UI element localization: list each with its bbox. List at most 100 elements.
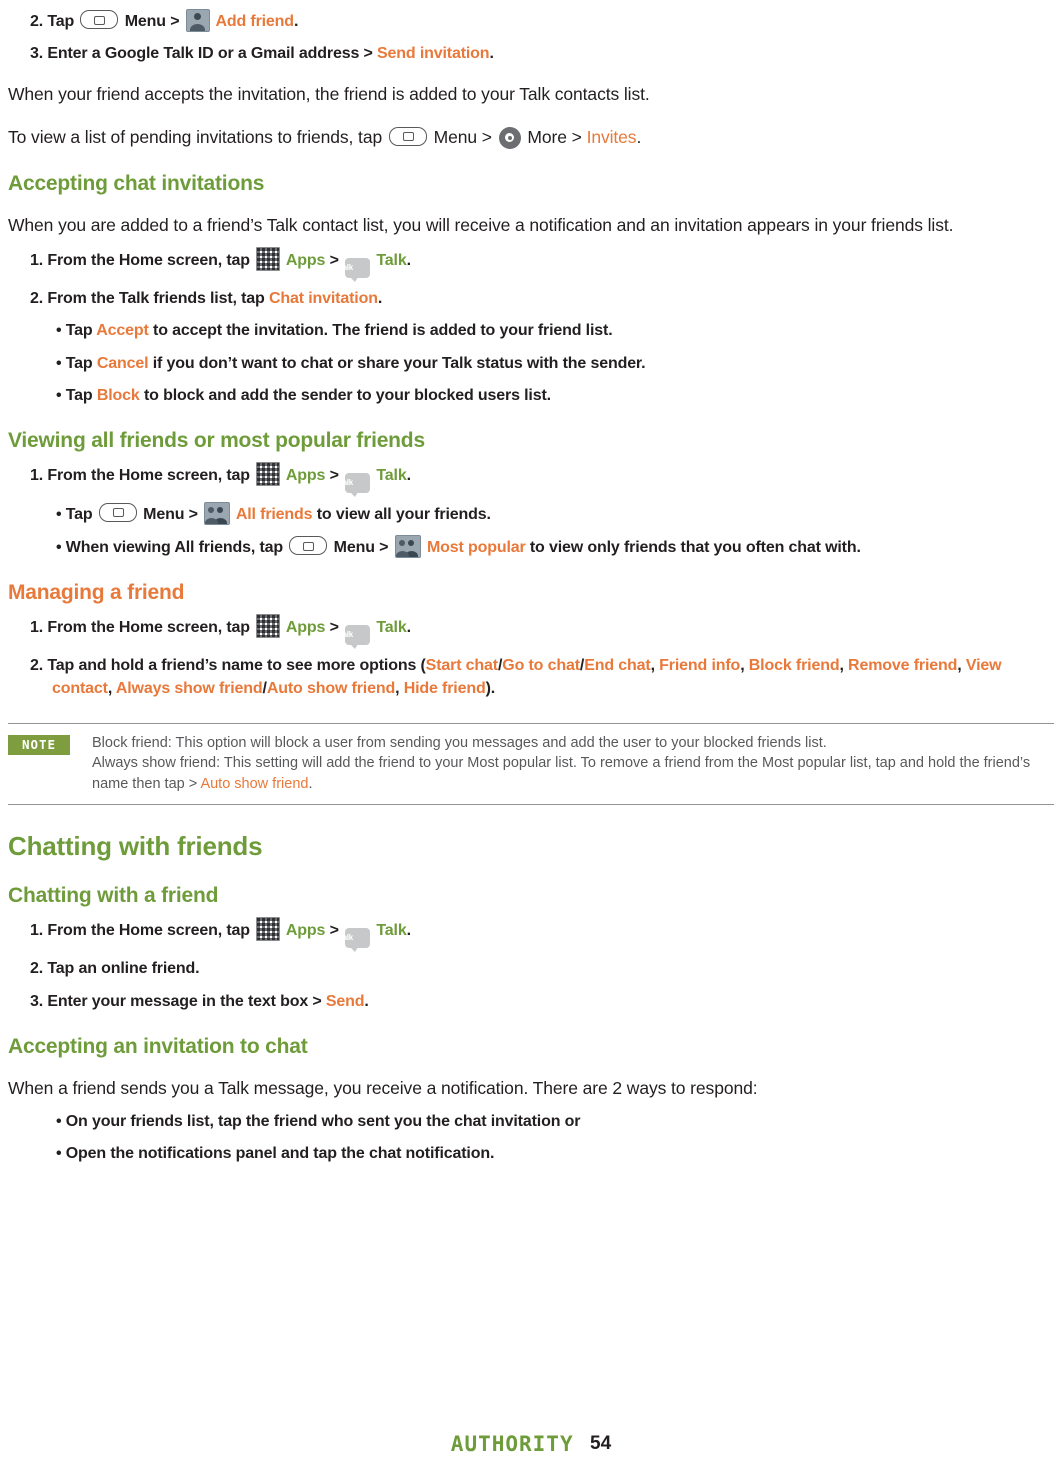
step-text: 2. Tap and hold a friend’s name to see m… [30, 657, 426, 675]
step-send-invitation: 3. Enter a Google Talk ID or a Gmail add… [8, 42, 1054, 65]
note-body: Block friend: This option will block a u… [70, 733, 1054, 795]
step-text: 2. From the Talk friends list, tap [30, 290, 265, 308]
talk-app-icon: talk [340, 928, 371, 953]
step-text: 1. From the Home screen, tap [30, 466, 250, 484]
heading-chatting-with-friends: Chatting with friends [8, 831, 263, 862]
block-label: Block [96, 386, 140, 404]
most-popular-label: Most popular [426, 539, 526, 557]
bullet-glyph: • [56, 1112, 62, 1130]
more-options-icon [498, 126, 521, 149]
step-tap-online-friend: 2. Tap an online friend. [8, 957, 1054, 980]
heading-accepting-invitation-to-chat: Accepting an invitation to chat [8, 1034, 308, 1058]
bullet-post: to view all your friends. [316, 505, 491, 523]
apps-grid-icon [256, 917, 281, 942]
add-friend-icon [185, 9, 210, 32]
chevron-separator: > [188, 505, 198, 523]
start-chat-label: Start chat [425, 657, 498, 675]
bullet-open-notifications: • Open the notifications panel and tap t… [8, 1142, 1054, 1165]
separator: , [740, 657, 745, 675]
heading-accepting-chat-invitations: Accepting chat invitations [8, 171, 265, 195]
period: . [406, 466, 411, 484]
talk-label: Talk [376, 466, 407, 484]
cancel-label: Cancel [96, 354, 149, 372]
bullet-pre: Tap [65, 354, 93, 372]
chat-invitation-label: Chat invitation [268, 290, 378, 308]
bullet-glyph: • [56, 505, 62, 523]
apps-grid-icon [256, 461, 281, 486]
paragraph-invitation-intro: When a friend sends you a Talk message, … [8, 1077, 758, 1098]
page-number: 54 [590, 1433, 612, 1454]
hide-friend-label: Hide friend [403, 680, 486, 698]
step-add-friend: 2. Tap Menu > Add friend. [8, 9, 1054, 33]
paragraph-accept-invite: When your friend accepts the invitation,… [8, 84, 650, 105]
bullet-glyph: • [56, 386, 62, 404]
separator: , [957, 657, 962, 675]
auto-show-friend-label: Auto show friend [266, 680, 396, 698]
bullet-all-friends: • Tap Menu > All friends to view all you… [8, 501, 1054, 526]
bullet-block: • Tap Block to block and add the sender … [8, 384, 1054, 407]
bullet-most-popular: • When viewing All friends, tap Menu > M… [8, 535, 1054, 559]
chevron-separator: > [329, 619, 339, 637]
step-number-label: 2. Tap [30, 13, 75, 30]
period: . [364, 992, 369, 1010]
step-send-message: 3. Enter your message in the text box > … [8, 990, 1054, 1013]
period: . [406, 619, 411, 637]
period: . [377, 290, 383, 308]
step-text: 1. From the Home screen, tap [30, 252, 250, 270]
block-friend-label: Block friend [748, 657, 840, 675]
invites-label: Invites [586, 126, 637, 147]
send-label: Send [325, 992, 365, 1010]
paragraph-text: To view a list of pending invitations to… [8, 126, 383, 147]
step-text: 3. Enter your message in the text box > [30, 992, 322, 1010]
menu-label: Menu [333, 539, 375, 557]
talk-label: Talk [376, 252, 407, 270]
separator: , [107, 680, 113, 698]
step-open-talk-4: 1. From the Home screen, tap Apps > talk… [8, 917, 1054, 953]
chevron-separator: > [329, 252, 339, 270]
bullet-pre: Tap [65, 322, 93, 340]
most-popular-icon [394, 535, 421, 559]
apps-label: Apps [285, 252, 326, 270]
talk-app-icon: talk [340, 625, 371, 650]
paragraph-view-pending: To view a list of pending invitations to… [8, 124, 1054, 150]
chevron-separator: > [329, 466, 339, 484]
go-to-chat-label: Go to chat [502, 657, 580, 675]
friend-info-label: Friend info [659, 657, 741, 675]
paragraph-accepting-intro: When you are added to a friend’s Talk co… [8, 214, 954, 235]
always-show-friend-label: Always show friend [115, 680, 263, 698]
note-box: NOTE Block friend: This option will bloc… [8, 722, 1054, 806]
period: . [636, 126, 642, 147]
note-line-1: Block friend: This option will block a u… [92, 734, 827, 751]
menu-key-icon [388, 126, 427, 146]
menu-label: Menu [124, 13, 166, 30]
talk-label: Talk [376, 619, 407, 637]
bullet-glyph: • [56, 539, 62, 557]
period: . [308, 775, 313, 792]
bullet-text: On your friends list, tap the friend who… [65, 1112, 581, 1130]
all-friends-icon [204, 501, 231, 525]
menu-label: Menu [143, 505, 185, 523]
note-badge: NOTE [8, 734, 70, 755]
step-text: 1. From the Home screen, tap [30, 619, 250, 637]
bullet-tap-friend: • On your friends list, tap the friend w… [8, 1110, 1054, 1133]
apps-label: Apps [285, 922, 326, 940]
chevron-separator: > [170, 13, 180, 30]
end-chat-label: End chat [584, 657, 651, 675]
apps-label: Apps [285, 619, 326, 637]
bullet-post: to block and add the sender to your bloc… [143, 386, 551, 404]
separator: , [839, 657, 844, 675]
remove-friend-label: Remove friend [848, 657, 958, 675]
apps-label: Apps [285, 466, 326, 484]
menu-label: Menu [433, 126, 477, 147]
chevron-separator: > [481, 126, 492, 147]
chevron-separator: > [329, 922, 339, 940]
add-friend-label: Add friend [215, 13, 294, 30]
heading-managing-friend: Managing a friend [8, 581, 185, 605]
bullet-cancel: • Tap Cancel if you don’t want to chat o… [8, 352, 1054, 375]
bullet-glyph: • [56, 322, 62, 340]
chevron-separator: > [379, 539, 389, 557]
talk-label: Talk [376, 922, 407, 940]
period: . [293, 13, 299, 30]
talk-app-icon: talk [340, 258, 371, 283]
period: . [406, 252, 411, 270]
